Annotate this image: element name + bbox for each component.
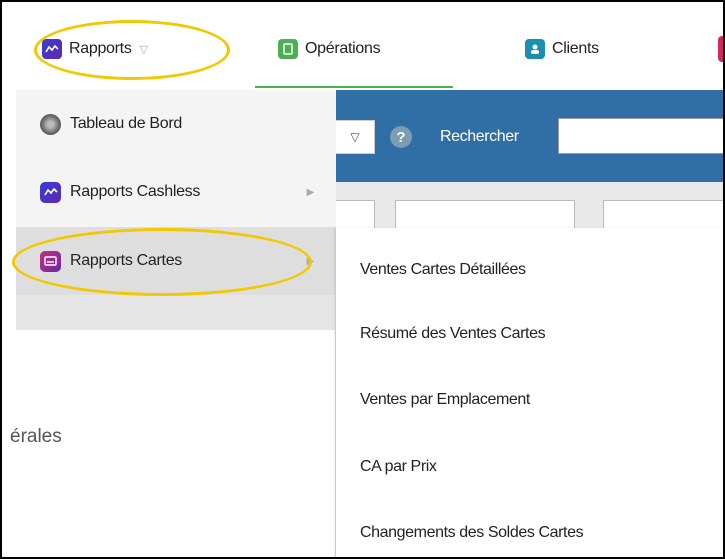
search-toolbar: ▽ ? Rechercher — [335, 90, 723, 182]
submenu-item[interactable]: Ventes Cartes Détaillées — [360, 261, 526, 279]
search-input[interactable] — [558, 118, 723, 154]
create-button[interactable] — [395, 200, 575, 228]
action-toolbar — [335, 182, 723, 228]
nav-operations-label: Opérations — [305, 40, 381, 57]
next-nav-icon[interactable] — [718, 36, 723, 62]
menu-item-label: Rapports Cashless — [70, 183, 201, 200]
operations-icon — [278, 39, 298, 59]
submenu-arrow-icon: ▶ — [306, 186, 315, 198]
section-band — [16, 295, 336, 330]
active-tab-underline — [255, 86, 453, 88]
highlight-oval-rapports — [34, 20, 230, 80]
nav-clients[interactable]: Clients — [525, 32, 599, 66]
filter-dropdown[interactable]: ▽ — [335, 120, 375, 154]
dashboard-icon — [40, 113, 61, 135]
menu-item-tableau-de-bord[interactable]: Tableau de Bord — [16, 90, 336, 158]
rapports-cartes-submenu: Ventes Cartes Détaillées Résumé des Vent… — [335, 228, 723, 557]
menu-item-label: Tableau de Bord — [70, 115, 183, 132]
chart-icon — [40, 181, 61, 203]
search-label: Rechercher — [440, 128, 519, 145]
submenu-item[interactable]: CA par Prix — [360, 458, 437, 476]
submenu-item[interactable]: Changements des Soldes Cartes — [360, 524, 584, 542]
help-icon[interactable]: ? — [390, 126, 412, 148]
menu-item-rapports-cashless[interactable]: Rapports Cashless ▶ — [16, 158, 336, 226]
highlight-oval-rapports-cartes — [12, 228, 312, 296]
submenu-item[interactable]: Résumé des Ventes Cartes — [360, 325, 546, 343]
toolbar-button[interactable] — [603, 200, 723, 228]
clients-icon — [525, 39, 545, 59]
toolbar-button[interactable] — [335, 200, 375, 228]
screenshot-frame: Rapports ▽ Opérations Clients ▽ ? Recher… — [0, 0, 725, 559]
partial-heading: érales — [10, 426, 62, 447]
nav-operations[interactable]: Opérations — [278, 32, 381, 66]
submenu-item[interactable]: Ventes par Emplacement — [360, 391, 530, 409]
nav-clients-label: Clients — [552, 40, 599, 57]
